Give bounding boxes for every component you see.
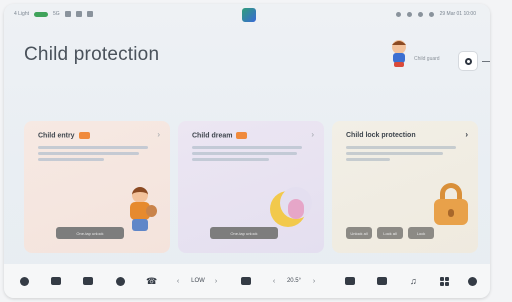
volume-icon[interactable]	[466, 274, 478, 288]
new-badge	[78, 132, 90, 139]
bluetooth-icon	[75, 11, 82, 17]
fan-decrease-button[interactable]: ‹	[174, 274, 182, 288]
screen: 4 Light 5G 29 Mar 01 10:00 Child protect…	[0, 0, 512, 302]
one-tap-unlock-button[interactable]: One-tap unlock	[56, 227, 124, 239]
callout-line	[482, 61, 490, 62]
unlock-all-button[interactable]: Unlock all	[346, 227, 372, 239]
card-title-text: Child dream	[192, 132, 233, 140]
battery-icon	[86, 11, 93, 17]
notification-icon	[428, 11, 434, 17]
page-title: Child protection	[24, 44, 160, 65]
settings-button[interactable]	[458, 51, 478, 71]
status-bar: 4 Light 5G 29 Mar 01 10:00	[4, 4, 490, 26]
card-child-entry[interactable]: Child entry › One-tap unlock	[24, 121, 170, 253]
child-avatar	[392, 40, 406, 67]
card-description	[346, 146, 456, 164]
phone-icon[interactable]: ☎	[144, 274, 157, 288]
fan-increase-button[interactable]: ›	[212, 274, 220, 288]
child-illustration	[122, 187, 162, 233]
padlock-illustration	[432, 183, 472, 229]
window-icon[interactable]	[82, 274, 94, 288]
status-left: 4 Light 5G	[14, 11, 93, 17]
media-icon[interactable]	[376, 274, 388, 288]
lock-button[interactable]: Lock	[408, 227, 434, 239]
card-description	[38, 146, 148, 164]
one-tap-unlock-button[interactable]: One-tap unlock	[210, 227, 278, 239]
mic-icon	[395, 11, 401, 17]
temp-increase-button[interactable]: ›	[310, 274, 318, 288]
profile-label: Child guard	[414, 56, 440, 62]
apps-icon[interactable]	[438, 274, 450, 288]
chevron-right-icon[interactable]: ›	[311, 130, 314, 139]
chevron-right-icon[interactable]: ›	[157, 130, 160, 139]
card-title: Child dream	[192, 132, 248, 140]
status-right: 29 Mar 01 10:00	[395, 11, 476, 17]
status-datetime: 29 Mar 01 10:00	[439, 11, 476, 17]
gear-icon	[464, 57, 472, 65]
card-child-dream[interactable]: Child dream › One-tap unlock	[178, 121, 324, 253]
card-child-lock-protection[interactable]: Child lock protection › Unlock all Lock …	[332, 121, 478, 253]
card-title: Child entry	[38, 132, 90, 139]
chevron-right-icon[interactable]: ›	[465, 130, 468, 139]
card-description	[192, 146, 302, 164]
fan-level: LOW	[191, 278, 205, 284]
camera-icon	[406, 11, 412, 17]
card-title: Child lock protection	[346, 132, 416, 139]
climate-icon[interactable]	[240, 274, 252, 288]
wiper-icon[interactable]	[344, 274, 356, 288]
temperature-value: 20.5°	[286, 278, 302, 284]
new-badge	[236, 132, 248, 139]
signal-icon	[34, 11, 49, 17]
tablet-display: 4 Light 5G 29 Mar 01 10:00 Child protect…	[4, 4, 490, 298]
app-logo-icon	[242, 8, 256, 22]
card-title-text: Child entry	[38, 132, 75, 140]
lock-actions: Unlock all Lock all Lock	[346, 227, 434, 239]
car-icon[interactable]	[18, 274, 30, 288]
fan-icon[interactable]	[114, 274, 126, 288]
bottom-dock: ☎ ‹ LOW › ‹ 20.5° › ♫	[4, 264, 490, 298]
moon-illustration	[270, 187, 314, 233]
signal-text: 5G	[53, 11, 60, 17]
wifi-icon	[64, 11, 71, 17]
location-icon	[417, 11, 423, 17]
music-icon[interactable]: ♫	[408, 274, 420, 288]
status-text: 4 Light	[14, 11, 30, 17]
temp-decrease-button[interactable]: ‹	[270, 274, 278, 288]
lock-all-button[interactable]: Lock all	[377, 227, 403, 239]
seat-icon[interactable]	[50, 274, 62, 288]
